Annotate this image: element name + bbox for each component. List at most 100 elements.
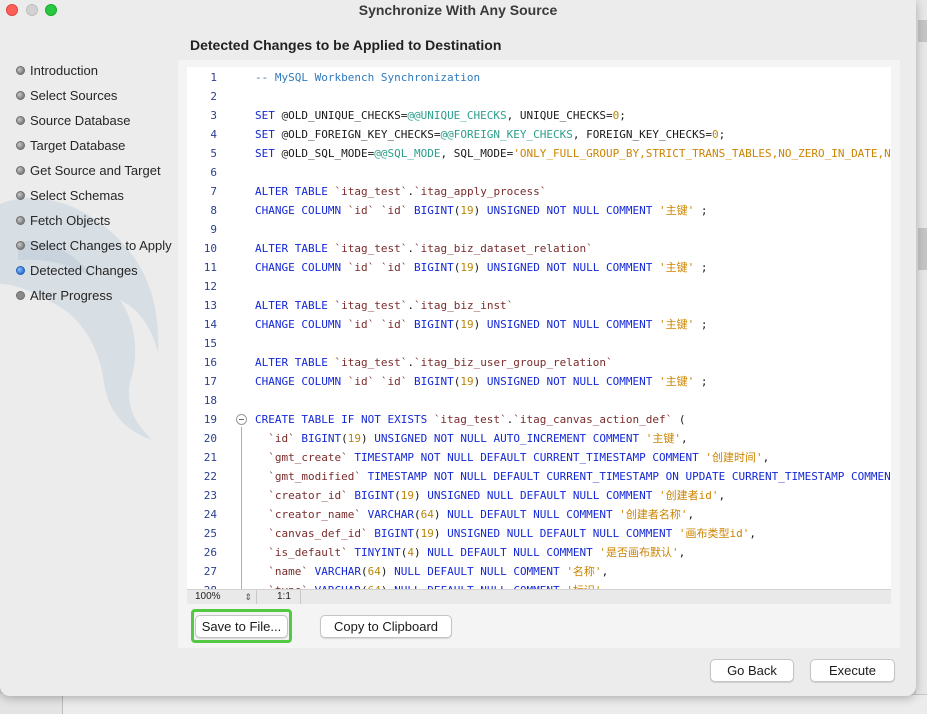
background-window: [0, 694, 927, 714]
line-number: 19: [203, 413, 217, 426]
step-label: Target Database: [30, 137, 126, 153]
code-text: ALTER TABLE `itag_test`.`itag_biz_user_g…: [255, 356, 613, 369]
collapse-block-icon[interactable]: [236, 414, 247, 425]
minimize-window-button[interactable]: [26, 4, 38, 16]
code-line: 8 CHANGE COLUMN `id` `id` BIGINT(19) UNSI…: [187, 201, 891, 220]
step-label: Alter Progress: [30, 287, 113, 303]
step-status-icon: [16, 65, 25, 75]
code-line: 17 CHANGE COLUMN `id` `id` BIGINT(19) UNS…: [187, 372, 891, 391]
line-number: 20: [203, 432, 217, 445]
code-line: 24 `creator_name` VARCHAR(64) NULL DEFAU…: [187, 505, 891, 524]
step-detected-changes: Detected Changes: [16, 261, 138, 279]
step-label: Source Database: [30, 112, 131, 128]
step-status-icon: [16, 90, 25, 100]
code-text: SET @OLD_UNIQUE_CHECKS=@@UNIQUE_CHECKS, …: [255, 109, 626, 122]
line-number: 25: [203, 527, 217, 540]
code-text: SET @OLD_FOREIGN_KEY_CHECKS=@@FOREIGN_KE…: [255, 128, 726, 141]
code-line: 3 SET @OLD_UNIQUE_CHECKS=@@UNIQUE_CHECKS,…: [187, 106, 891, 125]
page-title: Detected Changes to be Applied to Destin…: [190, 37, 502, 53]
line-number: 5: [210, 147, 217, 160]
code-text: CHANGE COLUMN `id` `id` BIGINT(19) UNSIG…: [255, 261, 708, 274]
step-alter-progress: Alter Progress: [16, 286, 112, 304]
save-to-file-button[interactable]: Save to File...: [195, 615, 288, 638]
line-number: 28: [187, 581, 217, 589]
background-strip: [62, 694, 927, 714]
code-line: 23 `creator_id` BIGINT(19) UNSIGNED NULL…: [187, 486, 891, 505]
code-line: 2: [187, 87, 891, 106]
step-introduction: Introduction: [16, 61, 98, 79]
copy-to-clipboard-button[interactable]: Copy to Clipboard: [320, 615, 452, 638]
close-window-button[interactable]: [6, 4, 18, 16]
sync-dialog: Synchronize With Any Source Introduction…: [0, 0, 916, 696]
sql-editor[interactable]: 1 -- MySQL Workbench Synchronization 2 3 S…: [187, 67, 891, 589]
code-text: ALTER TABLE `itag_test`.`itag_biz_inst`: [255, 299, 514, 312]
zoom-selector[interactable]: 100% ⇕: [187, 590, 257, 604]
line-number: 17: [203, 375, 217, 388]
step-source-database: Source Database: [16, 111, 130, 129]
line-number: 18: [203, 394, 217, 407]
line-number: 2: [210, 90, 217, 103]
code-line: 4 SET @OLD_FOREIGN_KEY_CHECKS=@@FOREIGN_K…: [187, 125, 891, 144]
code-line: 26 `is_default` TINYINT(4) NULL DEFAULT …: [187, 543, 891, 562]
step-status-icon: [16, 115, 25, 125]
editor-status-bar: 100% ⇕ 1:1: [187, 589, 891, 604]
wizard-steps-sidebar: Introduction Select Sources Source Datab…: [0, 22, 178, 662]
code-line: 20 `id` BIGINT(19) UNSIGNED NOT NULL AUT…: [187, 429, 891, 448]
execute-button[interactable]: Execute: [810, 659, 895, 682]
line-number: 9: [210, 223, 217, 236]
code-line: 5 SET @OLD_SQL_MODE=@@SQL_MODE, SQL_MODE=…: [187, 144, 891, 163]
step-select-sources: Select Sources: [16, 86, 117, 104]
code-line: 11 CHANGE COLUMN `id` `id` BIGINT(19) UNS…: [187, 258, 891, 277]
background-edge: [916, 0, 927, 694]
step-label: Get Source and Target: [30, 162, 161, 178]
step-select-schemas: Select Schemas: [16, 186, 124, 204]
line-number: 16: [203, 356, 217, 369]
line-number: 10: [203, 242, 217, 255]
zoom-window-button[interactable]: [45, 4, 57, 16]
code-line: 25 `canvas_def_id` BIGINT(19) UNSIGNED N…: [187, 524, 891, 543]
line-number: 12: [203, 280, 217, 293]
step-status-icon: [16, 165, 25, 175]
line-number: 26: [203, 546, 217, 559]
code-text: `name` VARCHAR(64) NULL DEFAULT NULL COM…: [268, 565, 609, 578]
step-status-icon: [16, 190, 25, 200]
background-mark: [918, 228, 927, 270]
line-number: 23: [203, 489, 217, 502]
line-number: 13: [203, 299, 217, 312]
code-text: `gmt_modified` TIMESTAMP NOT NULL DEFAUL…: [268, 470, 891, 483]
step-label: Select Sources: [30, 87, 118, 103]
line-number: 21: [203, 451, 217, 464]
step-status-icon: [16, 240, 25, 250]
line-number: 22: [203, 470, 217, 483]
code-line: 16 ALTER TABLE `itag_test`.`itag_biz_user…: [187, 353, 891, 372]
line-number: 3: [210, 109, 217, 122]
code-text: CREATE TABLE IF NOT EXISTS `itag_test`.`…: [255, 413, 686, 426]
line-number: 8: [210, 204, 217, 217]
step-label: Select Schemas: [30, 187, 124, 203]
step-label: Introduction: [30, 62, 98, 78]
code-line: 13 ALTER TABLE `itag_test`.`itag_biz_inst…: [187, 296, 891, 315]
code-text: ALTER TABLE `itag_test`.`itag_apply_proc…: [255, 185, 547, 198]
code-line: 19 CREATE TABLE IF NOT EXISTS `itag_test`…: [187, 410, 891, 429]
code-text: SET @OLD_SQL_MODE=@@SQL_MODE, SQL_MODE='…: [255, 147, 891, 160]
code-text: `creator_id` BIGINT(19) UNSIGNED NULL DE…: [268, 489, 726, 502]
code-line: 7 ALTER TABLE `itag_test`.`itag_apply_pro…: [187, 182, 891, 201]
code-text: `is_default` TINYINT(4) NULL DEFAULT NUL…: [268, 546, 686, 559]
code-line: 27 `name` VARCHAR(64) NULL DEFAULT NULL …: [187, 562, 891, 581]
go-back-button[interactable]: Go Back: [710, 659, 794, 682]
code-text: `creator_name` VARCHAR(64) NULL DEFAULT …: [268, 508, 695, 521]
step-select-changes: Select Changes to Apply: [16, 236, 172, 254]
code-line: 28 `type` VARCHAR(64) NULL DEFAULT NULL …: [187, 581, 891, 589]
code-line: 15: [187, 334, 891, 353]
code-line: 22 `gmt_modified` TIMESTAMP NOT NULL DEF…: [187, 467, 891, 486]
zoom-level: 100%: [195, 591, 221, 602]
step-get-source-and-target: Get Source and Target: [16, 161, 161, 179]
line-number: 4: [210, 128, 217, 141]
line-number: 15: [203, 337, 217, 350]
code-text: `type` VARCHAR(64) NULL DEFAULT NULL COM…: [255, 581, 608, 589]
code-line: 21 `gmt_create` TIMESTAMP NOT NULL DEFAU…: [187, 448, 891, 467]
step-active-icon: [16, 265, 25, 275]
code-line: 9: [187, 220, 891, 239]
window-title: Synchronize With Any Source: [358, 2, 558, 18]
code-line: 10 ALTER TABLE `itag_test`.`itag_biz_data…: [187, 239, 891, 258]
